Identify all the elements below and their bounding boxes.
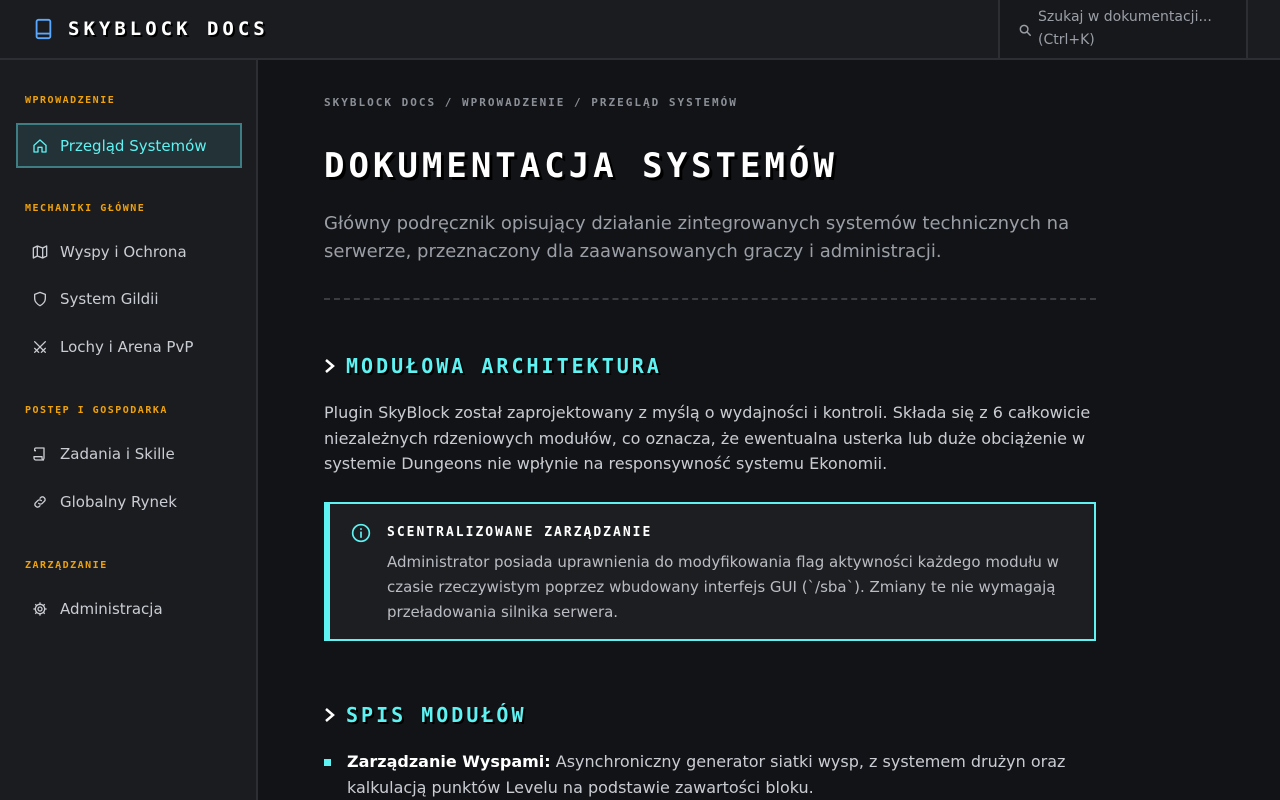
sidebar-item-islands[interactable]: Wyspy i Ochrona [16, 229, 242, 274]
page-lead: Główny podręcznik opisujący działanie zi… [324, 213, 1070, 262]
book-icon [35, 18, 52, 40]
gear-icon [33, 601, 47, 616]
sidebar-item-label: Zadania i Skille [60, 444, 175, 463]
chevron-right-icon [325, 708, 335, 722]
info-callout: SCENTRALIZOWANE ZARZĄDZANIE Administrato… [324, 502, 1096, 641]
nav-heading-admin: ZARZĄDZANIE [25, 560, 108, 571]
page-title: DOKUMENTACJA SYSTEMÓW [324, 146, 838, 186]
shield-icon [34, 291, 46, 306]
sidebar-item-quests[interactable]: Zadania i Skille [16, 431, 242, 476]
sidebar-item-label: Przegląd Systemów [60, 136, 207, 155]
nav-heading-core: MECHANIKI GŁÓWNE [25, 203, 146, 214]
sidebar-item-administration[interactable]: Administracja [16, 586, 242, 631]
sidebar-item-label: Globalny Rynek [60, 492, 177, 511]
sidebar: WPROWADZENIE Przegląd Systemów MECHANIKI… [0, 60, 258, 800]
search-box[interactable]: Szukaj w dokumentacji... (Ctrl+K) [998, 0, 1248, 58]
nav-heading-intro: WPROWADZENIE [25, 95, 116, 106]
section-modules-heading: SPIS MODUŁÓW [324, 703, 527, 727]
link-icon [34, 495, 46, 508]
search-input[interactable]: Szukaj w dokumentacji... (Ctrl+K) [1038, 6, 1228, 52]
callout-body: Administrator posiada uprawnienia do mod… [387, 553, 1059, 621]
search-icon [1019, 24, 1031, 36]
section-architecture-heading: MODUŁOWA ARCHITEKTURA [324, 354, 662, 378]
nav-heading-progress: POSTĘP I GOSPODARKA [25, 405, 168, 416]
home-icon [33, 138, 47, 153]
sidebar-item-dungeons[interactable]: Lochy i Arena PvP [16, 324, 242, 369]
sidebar-item-label: Lochy i Arena PvP [60, 337, 194, 356]
sidebar-item-market[interactable]: Globalny Rynek [16, 479, 242, 524]
brand-title: SKYBLOCK DOCS [68, 18, 269, 40]
swords-icon [34, 340, 46, 353]
sidebar-item-label: System Gildii [60, 289, 159, 308]
callout-title: SCENTRALIZOWANE ZARZĄDZANIE [387, 525, 653, 540]
divider [324, 298, 1096, 300]
scroll-icon [33, 446, 45, 461]
sidebar-item-label: Wyspy i Ochrona [60, 242, 187, 261]
bullet [324, 759, 331, 766]
section-title: SPIS MODUŁÓW [346, 703, 527, 727]
brand[interactable]: SKYBLOCK DOCS [32, 17, 269, 41]
sidebar-item-guilds[interactable]: System Gildii [16, 276, 242, 321]
top-bar: SKYBLOCK DOCS Szukaj w dokumentacji... (… [0, 0, 1280, 60]
map-icon [32, 244, 48, 259]
breadcrumb: SKYBLOCK DOCS / WPROWADZENIE / PRZEGLĄD … [324, 96, 738, 109]
sidebar-item-label: Administracja [60, 599, 163, 618]
module-text: Zarządzanie Wyspami: Asynchroniczny gene… [347, 749, 1096, 800]
info-icon [351, 523, 371, 543]
section-title: MODUŁOWA ARCHITEKTURA [346, 354, 662, 378]
sidebar-item-overview[interactable]: Przegląd Systemów [16, 123, 242, 168]
module-name: Zarządzanie Wyspami: [347, 752, 551, 771]
section-architecture-body: Plugin SkyBlock został zaprojektowany z … [324, 403, 1091, 473]
list-item: Zarządzanie Wyspami: Asynchroniczny gene… [324, 749, 1096, 800]
chevron-right-icon [325, 359, 335, 373]
